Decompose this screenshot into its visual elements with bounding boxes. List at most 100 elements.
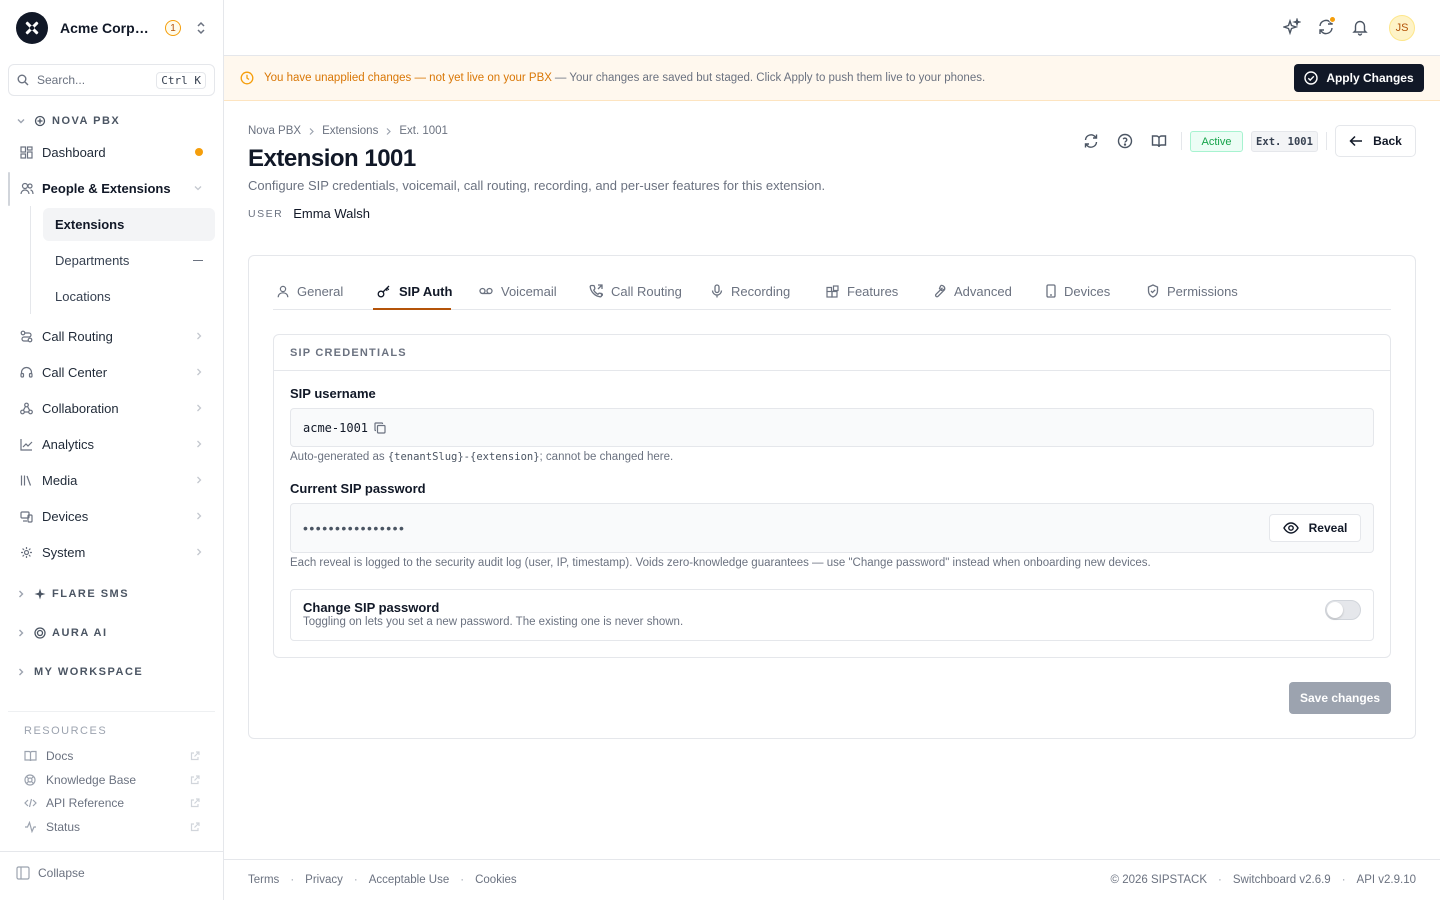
tab-advanced[interactable]: Advanced [932,272,1012,310]
section-aura-ai[interactable]: AURA AI [16,627,108,639]
reveal-password-button[interactable]: Reveal [1269,514,1361,542]
bell-icon[interactable] [1351,18,1369,36]
sidebar-subitem-label: Locations [55,289,111,304]
book-icon [24,750,38,762]
minus-icon [193,260,203,261]
sidebar-item-media[interactable]: Media [8,464,215,496]
tab-recording[interactable]: Recording [711,272,790,310]
sip-username-field: acme-1001 [290,408,1374,447]
reveal-label: Reveal [1308,521,1348,535]
tab-call-routing[interactable]: Call Routing [589,272,682,310]
sip-username-help: Auto-generated as {tenantSlug}-{extensio… [290,451,673,463]
search-placeholder: Search... [37,73,86,87]
sidebar-item-label: Collaboration [42,400,119,416]
tab-features[interactable]: Features [826,272,898,310]
chevron-right-icon [195,439,203,449]
section-nova-pbx[interactable]: NOVA PBX [16,115,120,127]
tab-general[interactable]: General [277,272,343,310]
tab-voicemail[interactable]: Voicemail [479,272,557,310]
user-name[interactable]: Emma Walsh [293,206,370,221]
apply-changes-button[interactable]: Apply Changes [1294,64,1424,92]
lifebuoy-icon [24,774,38,786]
divider [1181,132,1182,150]
help-text: Auto-generated as [290,451,385,463]
top-bar: JS [224,0,1440,56]
org-switcher[interactable]: Acme Corporation 1 [16,12,212,44]
chevron-right-icon [195,403,203,413]
breadcrumb-item[interactable]: Extensions [322,125,378,137]
refresh-icon[interactable] [1083,133,1099,149]
notification-dot [195,148,203,156]
resource-knowledge-base[interactable]: Knowledge Base [24,770,200,790]
org-logo [16,12,48,44]
sidebar-item-call-center[interactable]: Call Center [8,356,215,388]
tab-label: Permissions [1167,283,1238,299]
sidebar-item-people-extensions[interactable]: People & Extensions [8,172,215,204]
sidebar-subitem-departments[interactable]: Departments [43,244,215,277]
user-avatar[interactable]: JS [1389,15,1415,41]
collapse-sidebar-button[interactable]: Collapse [16,866,85,880]
footer-link-acceptable-use[interactable]: Acceptable Use [369,874,450,886]
routing-icon [20,329,34,343]
back-button[interactable]: Back [1335,125,1416,157]
divider [0,851,224,852]
tab-sip-auth[interactable]: SIP Auth [377,272,452,310]
sidebar-subitem-label: Extensions [55,217,125,232]
smartphone-icon [1046,284,1056,298]
activity-icon [24,821,38,833]
sidebar-item-system[interactable]: System [8,536,215,568]
sidebar-item-dashboard[interactable]: Dashboard [8,136,215,168]
sidebar-item-devices[interactable]: Devices [8,500,215,532]
sidebar-subitem-extensions[interactable]: Extensions [43,208,215,241]
clock-warning-icon [240,71,254,85]
footer-link-cookies[interactable]: Cookies [475,874,517,886]
resource-api-reference[interactable]: API Reference [24,793,200,813]
footer-link-privacy[interactable]: Privacy [305,874,343,886]
tab-label: SIP Auth [399,283,453,299]
sidebar-item-label: Dashboard [42,144,106,160]
resource-label: Docs [46,749,74,763]
change-password-toggle[interactable] [1325,600,1361,620]
resource-label: Status [46,820,81,834]
page-title: Extension 1001 [248,145,416,172]
sidebar-subitem-label: Departments [55,253,130,268]
user-label: USER [248,207,284,220]
tab-devices[interactable]: Devices [1046,272,1110,310]
back-label: Back [1373,134,1402,148]
search-icon [17,74,29,86]
sidebar-item-call-routing[interactable]: Call Routing [8,320,215,352]
section-title: SIP CREDENTIALS [274,335,1390,371]
sidebar-item-analytics[interactable]: Analytics [8,428,215,460]
chevron-updown-icon [195,21,207,35]
phone-network-icon [34,115,46,127]
submenu-guide [30,206,31,314]
sparkles-icon[interactable] [1283,18,1301,36]
sidebar-item-collaboration[interactable]: Collaboration [8,392,215,424]
breadcrumb-item[interactable]: Nova PBX [248,125,301,137]
footer-link-terms[interactable]: Terms [248,874,279,886]
sidebar-item-label: Analytics [42,436,95,452]
chart-line-icon [20,437,34,451]
save-changes-button[interactable]: Save changes [1289,682,1391,714]
tab-permissions[interactable]: Permissions [1147,272,1238,310]
sync-pending-dot [1329,16,1336,23]
shield-check-icon [1147,284,1159,298]
copy-icon[interactable] [374,421,386,434]
blocks-icon [826,284,839,298]
chevron-right-icon [16,589,28,599]
breadcrumb: Nova PBX Extensions Ext. 1001 [248,125,448,137]
chevron-down-icon [193,183,203,193]
section-flare-sms[interactable]: FLARE SMS [16,588,129,600]
resource-docs[interactable]: Docs [24,746,200,766]
extension-badge: Ext. 1001 [1251,131,1318,152]
gear-icon [20,545,34,559]
change-password-row: Change SIP password Toggling on lets you… [290,589,1374,641]
section-my-workspace[interactable]: MY WORKSPACE [16,666,143,678]
resource-status[interactable]: Status [24,817,200,837]
search-input[interactable]: Search... Ctrl K [8,64,215,96]
help-circle-icon[interactable] [1117,133,1133,149]
copyright: © 2026 SIPSTACK [1110,874,1208,886]
sidebar-subitem-locations[interactable]: Locations [43,280,215,313]
book-open-icon[interactable] [1151,133,1167,149]
sidebar-item-label: System [42,544,86,560]
